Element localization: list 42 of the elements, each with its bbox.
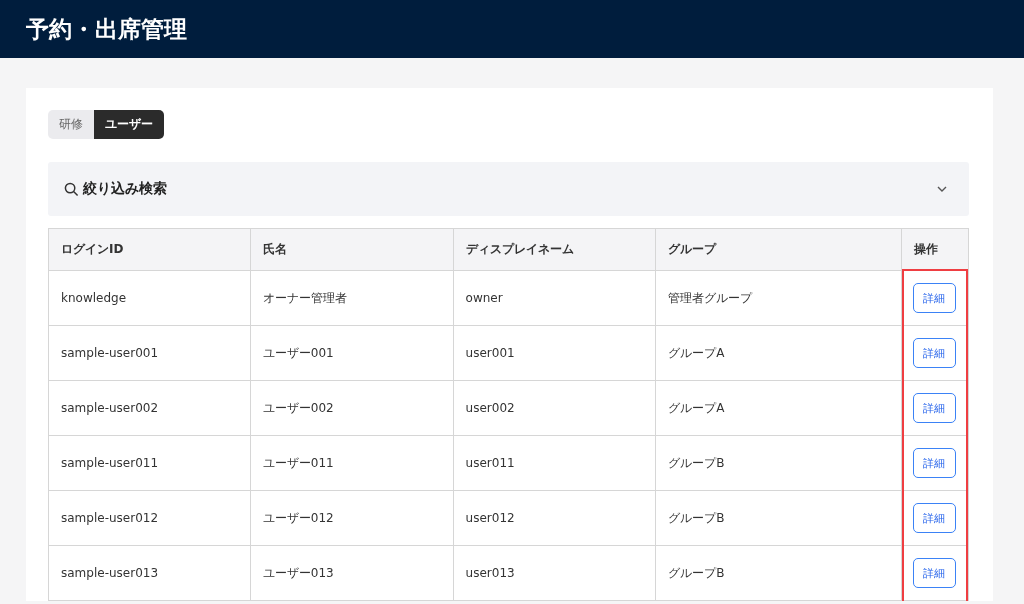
detail-button[interactable]: 詳細	[913, 503, 956, 533]
detail-button[interactable]: 詳細	[913, 448, 956, 478]
table-cell: グループA	[655, 325, 902, 381]
detail-button[interactable]: 詳細	[913, 393, 956, 423]
chevron-icon	[937, 186, 947, 192]
filter-panel[interactable]: 絞り込み検索	[48, 162, 969, 216]
table-cell: ユーザー002	[250, 380, 454, 436]
detail-button[interactable]: 詳細	[913, 283, 956, 313]
table-cell: owner	[453, 270, 656, 326]
table-cell: sample-user012	[48, 490, 251, 546]
table-cell: knowledge	[48, 270, 251, 326]
column-header: ログインID	[48, 228, 251, 271]
tab[interactable]: ユーザー	[94, 110, 164, 139]
column-header: ディスプレイネーム	[453, 228, 656, 271]
table-cell: ユーザー013	[250, 545, 454, 601]
table-cell: user002	[453, 380, 656, 436]
tab[interactable]: 研修	[48, 110, 94, 139]
table-cell: グループB	[655, 435, 902, 491]
filter-label: 絞り込み検索	[64, 180, 167, 198]
table-cell: オーナー管理者	[250, 270, 454, 326]
search-icon	[64, 181, 79, 197]
column-header: 操作	[901, 228, 969, 271]
table-cell: user001	[453, 325, 656, 381]
table-cell: ユーザー001	[250, 325, 454, 381]
table-cell: sample-user013	[48, 545, 251, 601]
table-cell: sample-user001	[48, 325, 251, 381]
table-cell: user011	[453, 435, 656, 491]
column-header: グループ	[655, 228, 902, 271]
table-cell: user013	[453, 545, 656, 601]
page-title: 予約・出席管理	[26, 14, 187, 44]
table-cell: グループB	[655, 545, 902, 601]
table-cell: グループA	[655, 380, 902, 436]
table-cell: sample-user002	[48, 380, 251, 436]
table-cell: sample-user011	[48, 435, 251, 491]
table-cell: 管理者グループ	[655, 270, 902, 326]
detail-button[interactable]: 詳細	[913, 338, 956, 368]
detail-button[interactable]: 詳細	[913, 558, 956, 588]
table-cell: ユーザー011	[250, 435, 454, 491]
table-cell: user012	[453, 490, 656, 546]
table-cell: グループB	[655, 490, 902, 546]
column-header: 氏名	[250, 228, 454, 271]
table-cell: ユーザー012	[250, 490, 454, 546]
